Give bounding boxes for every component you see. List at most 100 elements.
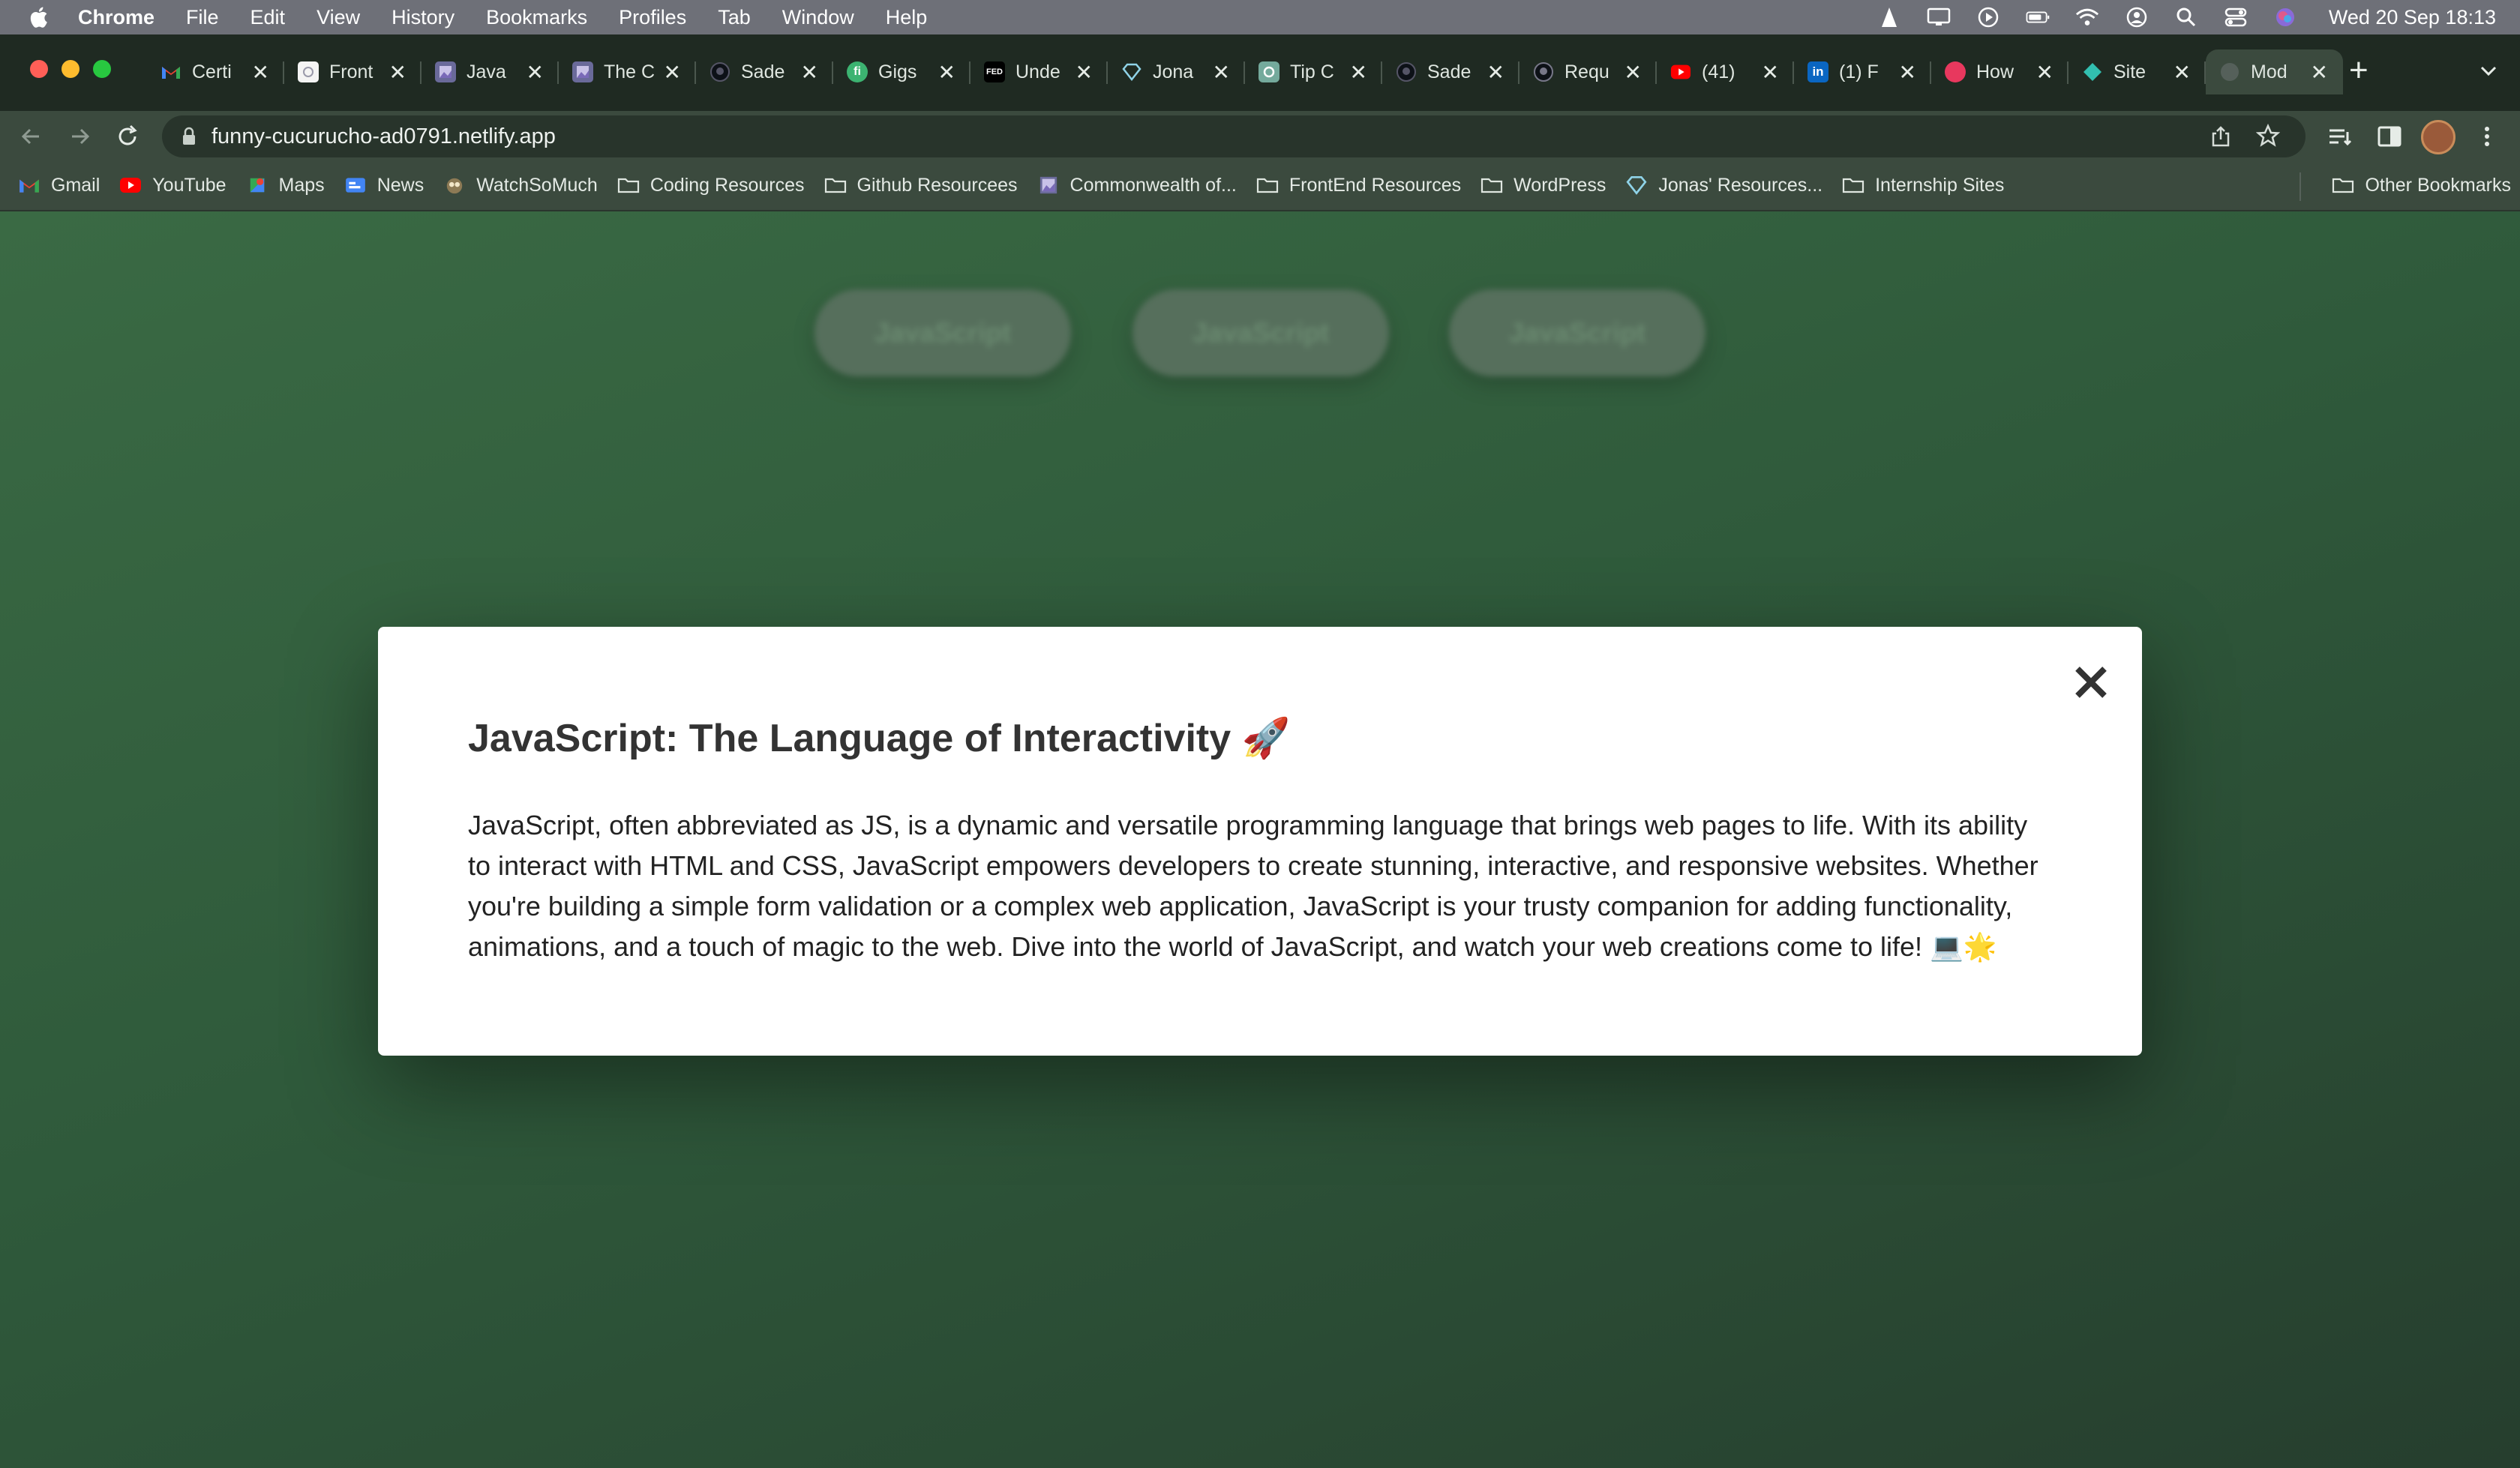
more-menu-icon[interactable] <box>2472 121 2502 151</box>
close-tab-icon[interactable]: ✕ <box>2036 60 2054 85</box>
tab-youtube[interactable]: (41) ✕ <box>1657 49 1794 94</box>
bookmark-internship-sites[interactable]: Internship Sites <box>1842 175 2004 196</box>
close-tab-icon[interactable]: ✕ <box>1762 60 1779 85</box>
tab-how[interactable]: How ✕ <box>1931 49 2068 94</box>
bookmark-commonwealth[interactable]: Commonwealth of... <box>1037 175 1237 196</box>
play-icon[interactable] <box>1976 6 2000 28</box>
menu-edit[interactable]: Edit <box>250 6 286 29</box>
side-panel-icon[interactable] <box>2374 121 2404 151</box>
tab-tip-c[interactable]: Tip C ✕ <box>1245 49 1382 94</box>
menu-app-name[interactable]: Chrome <box>78 6 154 29</box>
menu-view[interactable]: View <box>316 6 360 29</box>
close-icon[interactable] <box>2068 660 2114 705</box>
close-tab-icon[interactable]: ✕ <box>664 60 681 85</box>
close-window-button[interactable] <box>30 60 48 78</box>
github-icon <box>1396 61 1417 82</box>
share-icon[interactable] <box>2211 126 2230 147</box>
bookmark-watchsomuch[interactable]: WatchSoMuch <box>443 175 598 196</box>
address-bar[interactable]: funny-cucurucho-ad0791.netlify.app <box>162 115 2306 157</box>
siri-icon[interactable] <box>2273 6 2297 28</box>
close-tab-icon[interactable]: ✕ <box>252 60 269 85</box>
bookmark-news[interactable]: News <box>344 175 424 196</box>
url-text[interactable]: funny-cucurucho-ad0791.netlify.app <box>212 124 556 149</box>
bookmark-coding-resources[interactable]: Coding Resources <box>617 175 805 196</box>
tab-unde[interactable]: FED Unde ✕ <box>970 49 1108 94</box>
close-tab-icon[interactable]: ✕ <box>938 60 956 85</box>
close-tab-icon[interactable]: ✕ <box>801 60 818 85</box>
avatar[interactable] <box>2421 120 2456 154</box>
bookmark-label: News <box>376 174 424 196</box>
tab-title: The C <box>604 61 656 82</box>
tab-title: Sade <box>741 61 785 82</box>
maximize-window-button[interactable] <box>93 60 111 78</box>
bookmark-wordpress[interactable]: WordPress <box>1480 175 1606 196</box>
close-tab-icon[interactable]: ✕ <box>1076 60 1093 85</box>
menu-bookmarks[interactable]: Bookmarks <box>486 6 587 29</box>
tab-requ[interactable]: Requ ✕ <box>1520 49 1657 94</box>
tab-java[interactable]: Java ✕ <box>422 49 559 94</box>
close-tab-icon[interactable]: ✕ <box>2311 60 2328 85</box>
tab-certi[interactable]: Certi ✕ <box>147 49 284 94</box>
close-tab-icon[interactable]: ✕ <box>1624 60 1642 85</box>
menu-help[interactable]: Help <box>886 6 928 29</box>
bookmark-frontend-resources[interactable]: FrontEnd Resources <box>1256 175 1461 196</box>
close-tab-icon[interactable]: ✕ <box>1487 60 1504 85</box>
close-tab-icon[interactable]: ✕ <box>1213 60 1230 85</box>
close-tab-icon[interactable]: ✕ <box>1899 60 1916 85</box>
new-tab-button[interactable]: + <box>2349 54 2368 87</box>
vlc-icon[interactable] <box>1877 6 1901 28</box>
tab-front[interactable]: Front ✕ <box>284 49 422 94</box>
wifi-icon[interactable] <box>2075 6 2099 28</box>
chevron-down-icon[interactable] <box>2478 60 2499 81</box>
javascript-button-2[interactable]: JavaScript <box>1132 289 1389 376</box>
tab-site[interactable]: Site ✕ <box>2068 49 2206 94</box>
menu-profiles[interactable]: Profiles <box>619 6 686 29</box>
bookmark-label: Coding Resources <box>650 174 805 196</box>
tab-mod-active[interactable]: Mod ✕ <box>2206 49 2343 94</box>
bookmark-jonas-resources[interactable]: Jonas' Resources... <box>1625 175 1822 196</box>
tab-sade-1[interactable]: Sade ✕ <box>696 49 833 94</box>
javascript-button-3[interactable]: JavaScript <box>1449 289 1706 376</box>
apple-icon[interactable] <box>27 4 52 30</box>
bookmark-github-resources[interactable]: Github Resourcees <box>824 175 1018 196</box>
bookmark-maps[interactable]: Maps <box>246 175 325 196</box>
bookmark-gmail[interactable]: Gmail <box>18 175 100 196</box>
menu-file[interactable]: File <box>186 6 219 29</box>
tab-title: Front <box>329 61 374 82</box>
close-tab-icon[interactable]: ✕ <box>2174 60 2191 85</box>
bookmark-youtube[interactable]: YouTube <box>119 175 226 196</box>
image-icon <box>435 61 456 82</box>
menubar-clock[interactable]: Wed 20 Sep 18:13 <box>2329 6 2496 29</box>
menu-history[interactable]: History <box>392 6 454 29</box>
netlify-icon <box>2082 61 2103 82</box>
tab-jona[interactable]: Jona ✕ <box>1108 49 1245 94</box>
display-icon[interactable] <box>1927 6 1951 28</box>
close-tab-icon[interactable]: ✕ <box>389 60 406 85</box>
search-icon[interactable] <box>2174 6 2198 28</box>
tab-gigs[interactable]: fi Gigs ✕ <box>833 49 970 94</box>
folder-icon <box>1842 178 1864 193</box>
reload-icon[interactable] <box>112 121 142 151</box>
tab-the-c[interactable]: The C ✕ <box>559 49 696 94</box>
reading-list-icon[interactable] <box>2325 121 2355 151</box>
menu-tab[interactable]: Tab <box>718 6 751 29</box>
menu-window[interactable]: Window <box>782 6 854 29</box>
control-center-icon[interactable] <box>2224 6 2248 28</box>
close-tab-icon[interactable]: ✕ <box>526 60 544 85</box>
macos-menu-bar: Chrome File Edit View History Bookmarks … <box>0 0 2520 34</box>
battery-icon[interactable] <box>2026 6 2050 28</box>
lock-icon[interactable] <box>180 127 198 146</box>
forward-arrow-icon[interactable] <box>64 121 94 151</box>
user-icon[interactable] <box>2125 6 2149 28</box>
bookmark-label: FrontEnd Resources <box>1288 174 1462 196</box>
javascript-button-1[interactable]: JavaScript <box>814 289 1071 376</box>
tab-linkedin[interactable]: in (1) F ✕ <box>1794 49 1931 94</box>
back-arrow-icon[interactable] <box>16 121 46 151</box>
modal-dialog: JavaScript: The Language of Interactivit… <box>378 627 2142 1056</box>
tab-sade-2[interactable]: Sade ✕ <box>1382 49 1520 94</box>
bookmark-star-icon[interactable] <box>2256 124 2280 148</box>
close-tab-icon[interactable]: ✕ <box>1350 60 1367 85</box>
tab-title: Unde <box>1016 61 1060 82</box>
minimize-window-button[interactable] <box>62 60 80 78</box>
bookmark-other-bookmarks[interactable]: Other Bookmarks <box>2332 175 2511 196</box>
